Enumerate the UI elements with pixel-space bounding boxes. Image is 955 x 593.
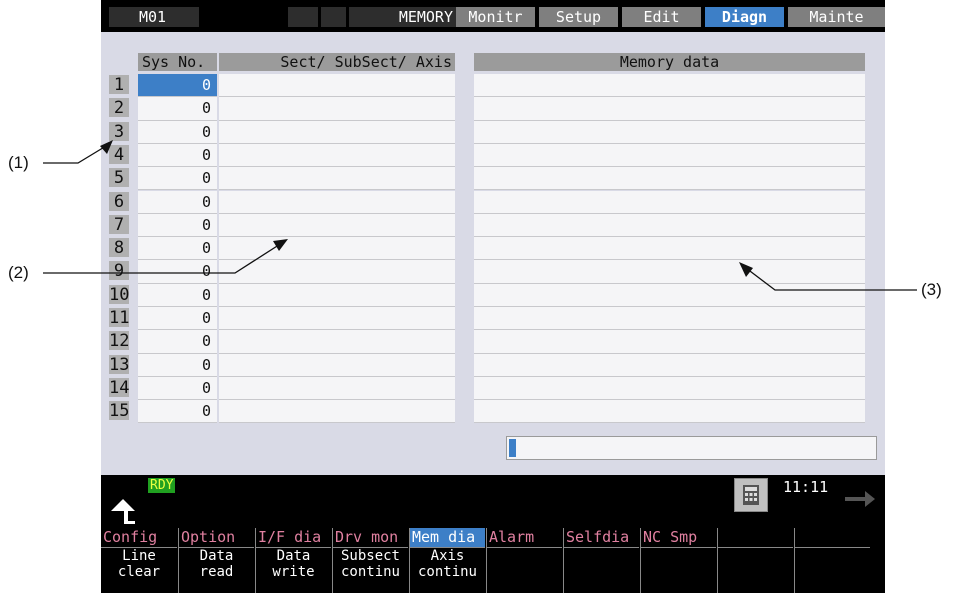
callout-3: (3) [921, 280, 942, 299]
callout-2: (2) [8, 263, 29, 282]
callout-1: (1) [8, 153, 29, 172]
callout-lines [43, 140, 917, 291]
